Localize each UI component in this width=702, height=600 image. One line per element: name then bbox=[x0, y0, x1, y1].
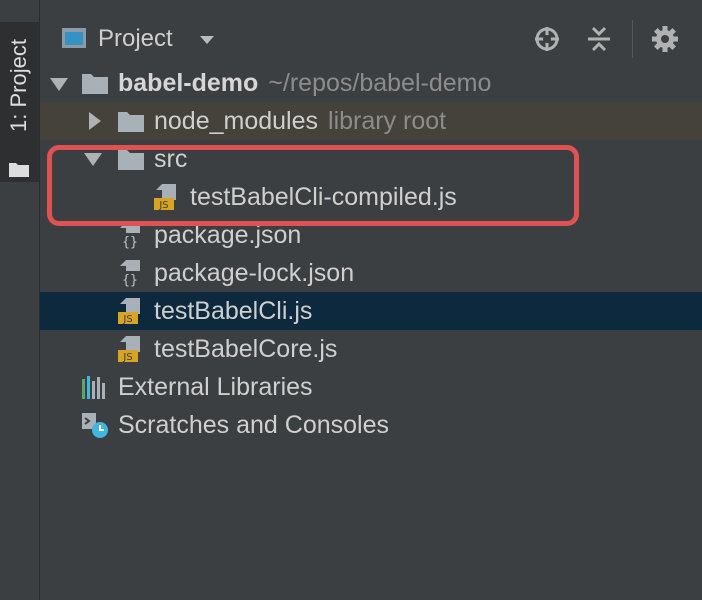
tree-row-test-babel-core[interactable]: JS testBabelCore.js bbox=[40, 330, 702, 368]
tree-row-package-lock-json[interactable]: {} package-lock.json bbox=[40, 254, 702, 292]
tree-row-test-babel-cli-compiled[interactable]: JS testBabelCli-compiled.js bbox=[40, 178, 702, 216]
json-file-icon: {} bbox=[119, 222, 141, 249]
tree-item-label: package.json bbox=[154, 221, 302, 249]
expanded-arrow-icon[interactable] bbox=[80, 140, 106, 178]
folder-icon bbox=[118, 150, 144, 170]
folder-icon bbox=[118, 112, 144, 132]
folder-icon bbox=[82, 74, 108, 94]
tree-item-hint: library root bbox=[328, 107, 447, 135]
js-file-icon: JS bbox=[154, 184, 176, 211]
project-tool-tab[interactable]: 1: Project bbox=[0, 22, 39, 182]
tree-row-src[interactable]: src bbox=[40, 140, 702, 178]
folder-icon bbox=[9, 163, 29, 177]
tree-item-hint: ~/repos/babel-demo bbox=[268, 69, 492, 97]
tree-item-label: src bbox=[154, 145, 188, 173]
tree-row-scratches[interactable]: Scratches and Consoles bbox=[40, 406, 702, 444]
js-file-icon: JS bbox=[118, 336, 140, 363]
scratches-icon bbox=[82, 413, 108, 438]
view-selector[interactable]: Project bbox=[98, 25, 173, 53]
tree-row-test-babel-cli[interactable]: JS testBabelCli.js bbox=[40, 292, 702, 330]
js-file-icon: JS bbox=[118, 298, 140, 325]
tree-row-package-json[interactable]: {} package.json bbox=[40, 216, 702, 254]
project-tree: babel-demo ~/repos/babel-demo node_module… bbox=[40, 64, 702, 444]
tree-item-label: package-lock.json bbox=[154, 259, 355, 287]
svg-text:JS: JS bbox=[158, 200, 168, 211]
tree-item-label: testBabelCli-compiled.js bbox=[190, 183, 457, 211]
collapse-all-icon[interactable] bbox=[584, 24, 614, 54]
tree-item-label: node_modules library root bbox=[154, 107, 447, 135]
tree-row-external-libraries[interactable]: External Libraries bbox=[40, 368, 702, 406]
tree-item-label: testBabelCore.js bbox=[154, 335, 338, 363]
collapsed-arrow-icon[interactable] bbox=[82, 102, 108, 140]
svg-text:{}: {} bbox=[122, 273, 138, 287]
tree-item-label: testBabelCli.js bbox=[154, 297, 313, 325]
tree-row-node-modules[interactable]: node_modules library root bbox=[40, 102, 702, 140]
locate-icon[interactable] bbox=[532, 24, 562, 54]
tree-item-label: Scratches and Consoles bbox=[118, 411, 389, 439]
project-view-icon bbox=[62, 28, 86, 48]
toolbar-separator bbox=[632, 20, 633, 58]
libraries-icon bbox=[82, 376, 105, 399]
chevron-down-icon[interactable] bbox=[200, 36, 214, 44]
svg-text:JS: JS bbox=[122, 352, 132, 363]
svg-text:{}: {} bbox=[122, 235, 138, 249]
tree-item-label: babel-demo ~/repos/babel-demo bbox=[118, 69, 492, 97]
project-tool-tab-label: 1: Project bbox=[6, 39, 31, 132]
project-tool-window: 1: Project Project babel-demo ~/repos/ba… bbox=[0, 0, 702, 600]
tree-item-label: External Libraries bbox=[118, 373, 313, 401]
expanded-arrow-icon[interactable] bbox=[46, 64, 72, 102]
svg-text:JS: JS bbox=[122, 314, 132, 325]
tool-window-strip: 1: Project bbox=[0, 0, 40, 600]
gear-icon[interactable] bbox=[650, 24, 680, 54]
json-file-icon: {} bbox=[119, 260, 141, 287]
tree-row-babel-demo[interactable]: babel-demo ~/repos/babel-demo bbox=[40, 64, 702, 102]
